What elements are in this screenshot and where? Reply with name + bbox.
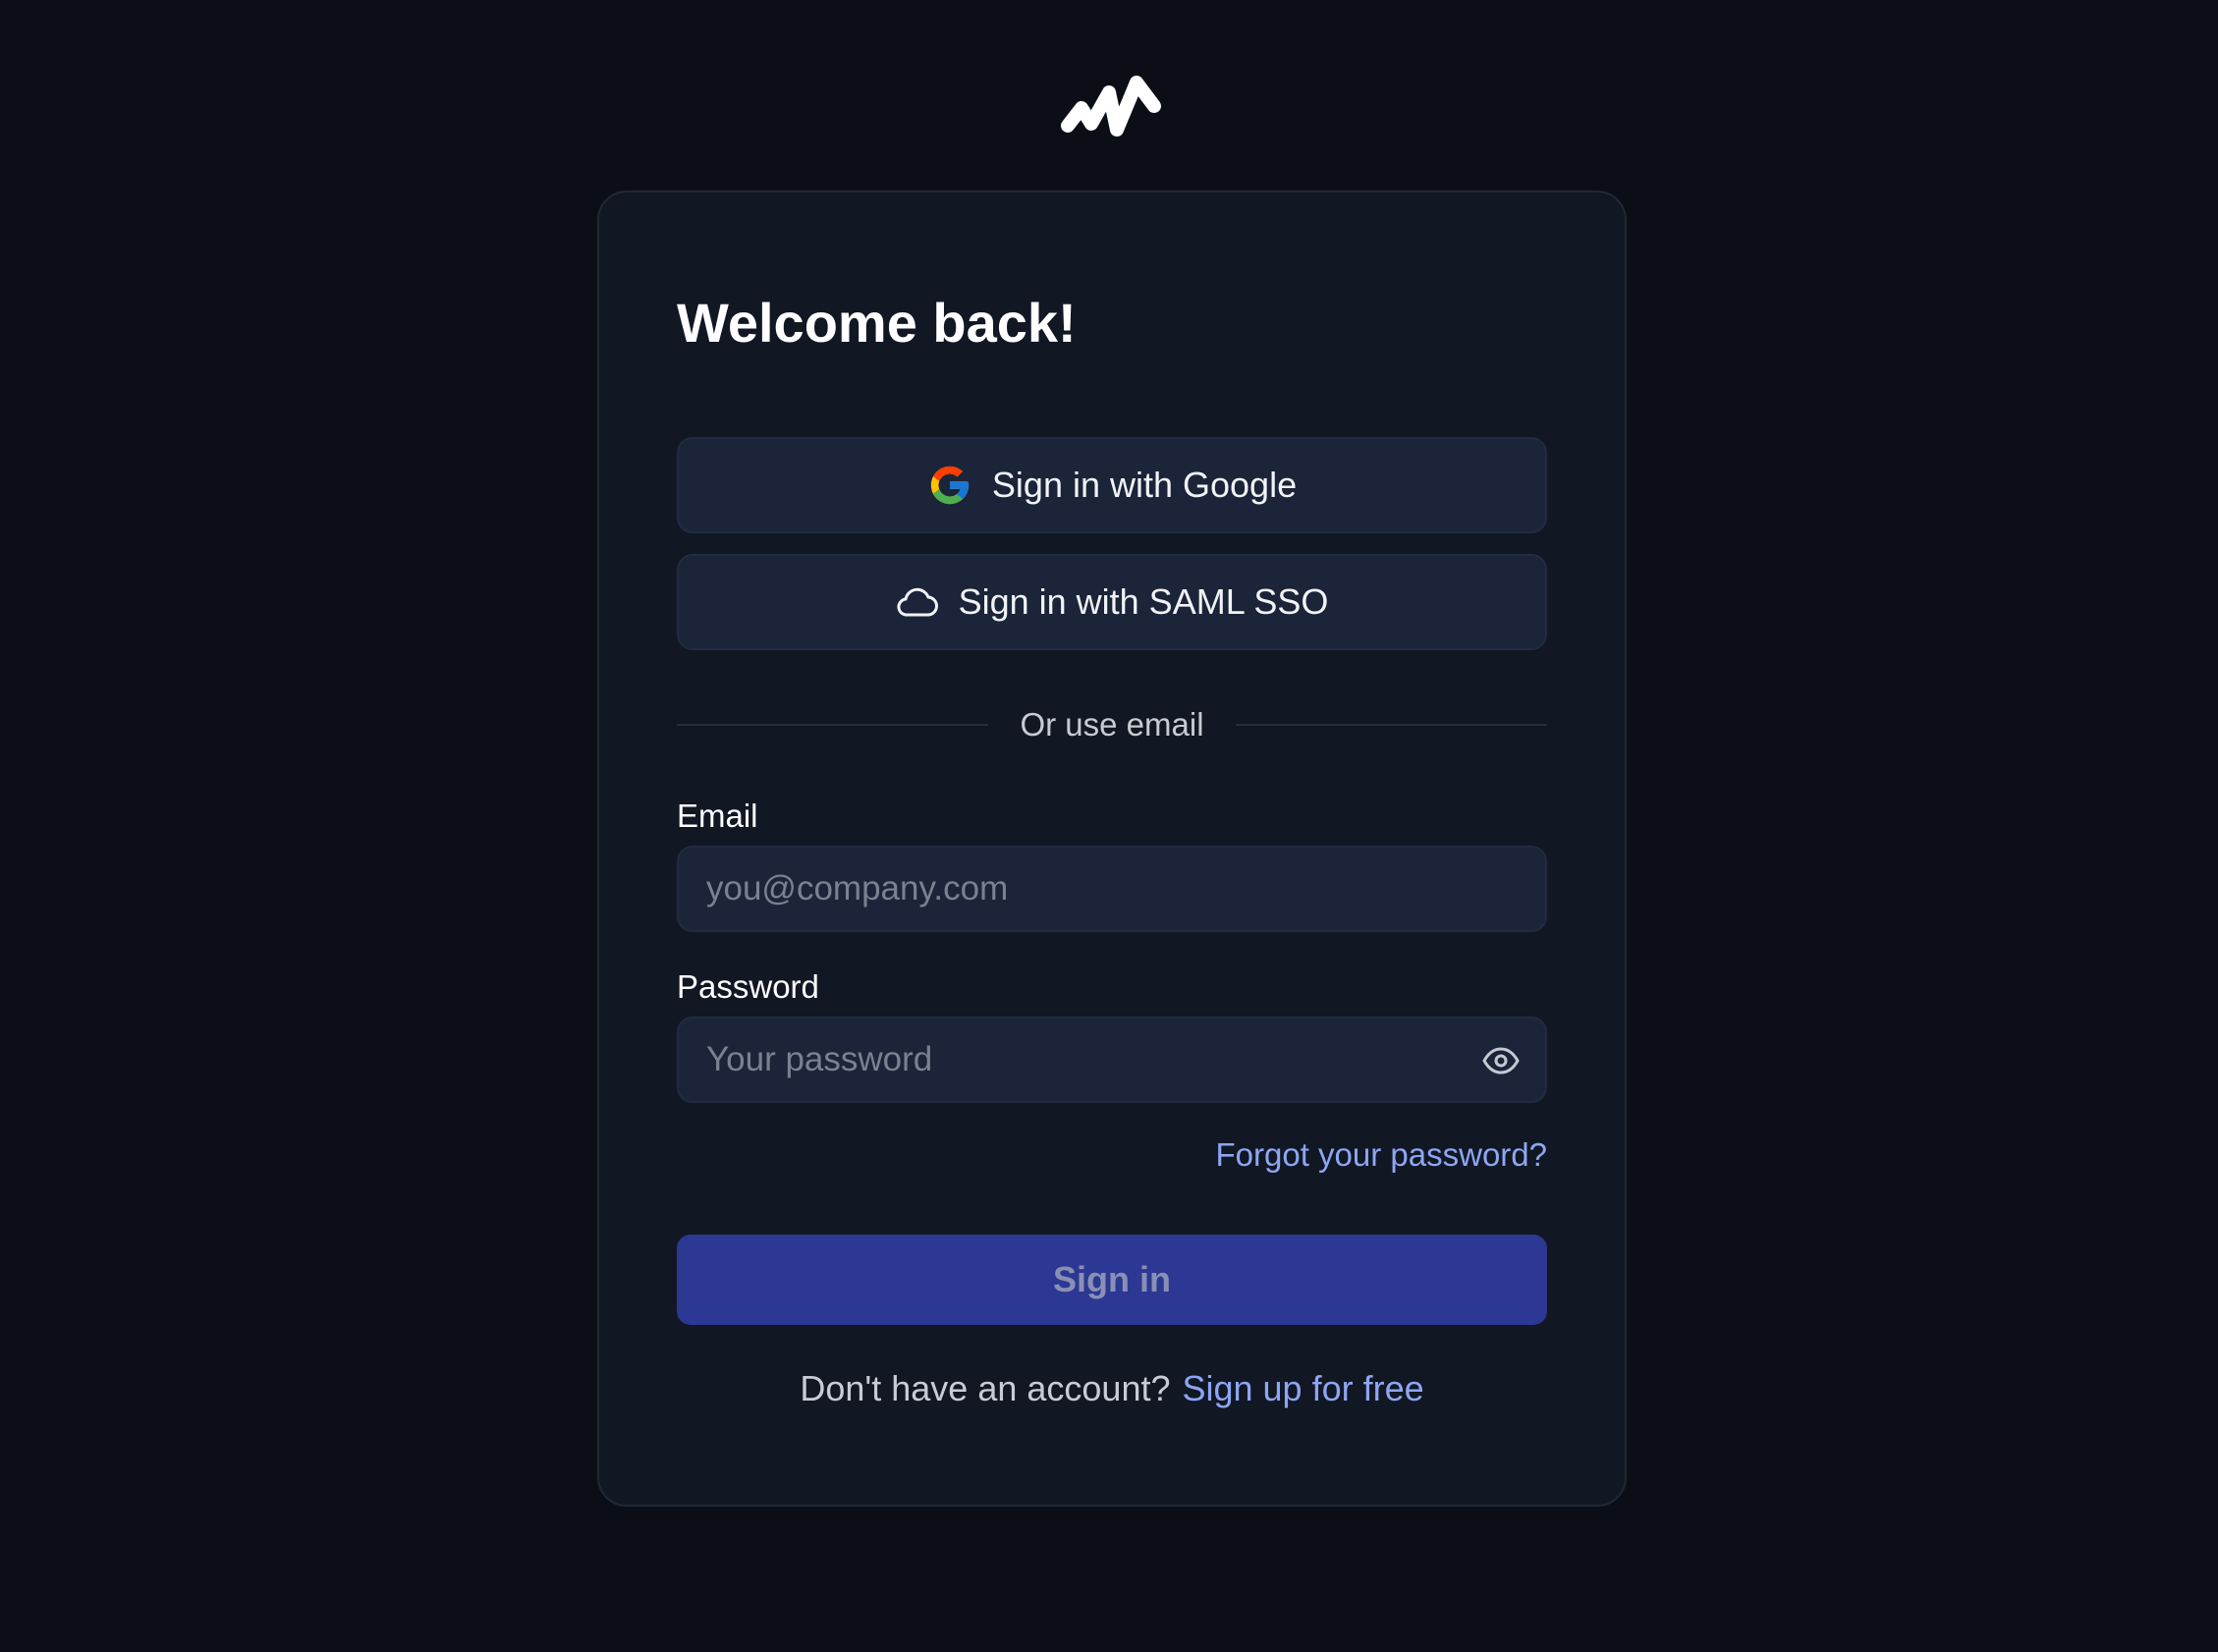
- sign-in-button[interactable]: Sign in: [677, 1235, 1547, 1325]
- signup-link[interactable]: Sign up for free: [1182, 1368, 1423, 1408]
- saml-signin-label: Sign in with SAML SSO: [958, 581, 1329, 622]
- email-field-wrapper: [677, 846, 1547, 932]
- forgot-password-link[interactable]: Forgot your password?: [1216, 1133, 1548, 1177]
- signup-row: Don't have an account? Sign up for free: [677, 1364, 1547, 1413]
- or-divider: Or use email: [677, 705, 1547, 744]
- password-input[interactable]: [679, 1019, 1545, 1101]
- brand-logo: [1061, 76, 1161, 137]
- google-signin-button[interactable]: Sign in with Google: [677, 437, 1547, 533]
- divider-text: Or use email: [1020, 706, 1204, 743]
- cloud-icon: [896, 585, 939, 619]
- divider-line-left: [677, 724, 989, 726]
- password-label: Password: [677, 968, 819, 1005]
- login-page: Welcome back! Sign in with Google Sign i…: [0, 0, 2218, 1652]
- google-signin-label: Sign in with Google: [991, 465, 1298, 505]
- email-label: Email: [677, 798, 758, 834]
- email-input[interactable]: [679, 848, 1545, 930]
- divider-line-right: [1235, 724, 1547, 726]
- signup-prompt: Don't have an account?: [800, 1368, 1171, 1408]
- google-icon: [927, 463, 972, 508]
- saml-signin-button[interactable]: Sign in with SAML SSO: [677, 554, 1547, 650]
- password-field-wrapper: [677, 1017, 1547, 1103]
- page-title: Welcome back!: [677, 292, 1077, 354]
- eye-icon[interactable]: [1480, 1040, 1522, 1081]
